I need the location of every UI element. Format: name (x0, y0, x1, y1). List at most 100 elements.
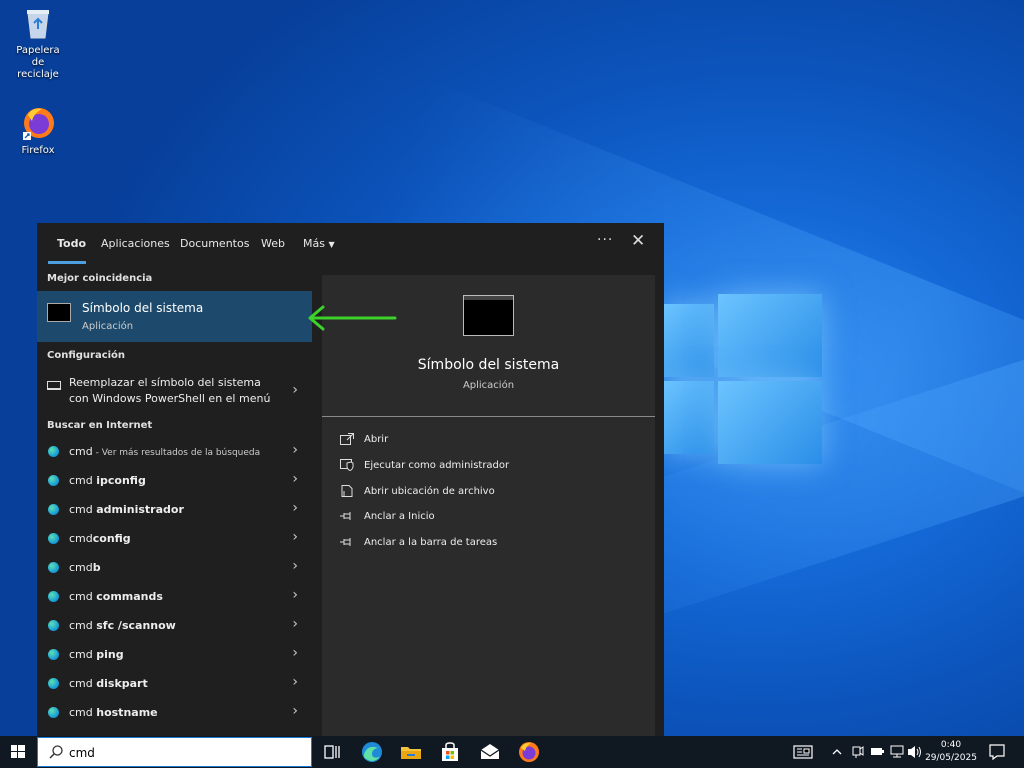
web-result-suggestion: administrador (96, 503, 184, 516)
web-result-text: cmd ping (69, 648, 124, 661)
web-result-item[interactable]: cmdb › (37, 553, 312, 582)
web-result-item[interactable]: cmd ping › (37, 640, 312, 669)
chevron-right-icon: › (292, 500, 298, 516)
edge-search-icon (48, 446, 59, 457)
web-result-item[interactable]: cmd commands › (37, 582, 312, 611)
windows-logo-wallpaper (664, 290, 824, 465)
chevron-right-icon: › (292, 616, 298, 632)
volume-icon[interactable] (906, 736, 922, 768)
edge-icon[interactable] (360, 740, 384, 764)
tab-todo[interactable]: Todo (57, 237, 86, 250)
chevron-down-icon: ▼ (328, 240, 335, 249)
web-result-suggestion: commands (96, 590, 163, 603)
tab-web[interactable]: Web (261, 237, 285, 250)
divider (322, 416, 655, 417)
action-open-file-location-label: Abrir ubicación de archivo (364, 486, 495, 497)
web-result-item[interactable]: cmd hostname › (37, 698, 312, 727)
action-abrir[interactable]: Abrir (340, 430, 630, 450)
microsoft-store-icon[interactable] (438, 740, 462, 764)
task-view-icon[interactable] (320, 740, 344, 764)
chevron-right-icon: › (292, 645, 298, 661)
web-result-item[interactable]: cmd ipconfig › (37, 466, 312, 495)
settings-item-line1: Reemplazar el símbolo del sistema (69, 376, 261, 389)
news-widget-icon[interactable] (792, 736, 814, 768)
web-result-suggestion: ping (96, 648, 124, 661)
web-result-item[interactable]: cmd - Ver más resultados de la búsqueda › (37, 437, 312, 466)
web-result-prefix: cmd (69, 445, 93, 458)
more-options-button[interactable]: ··· (597, 232, 613, 248)
action-pin-taskbar[interactable]: Anclar a la barra de tareas (340, 533, 630, 553)
best-match-subtitle: Aplicación (82, 321, 134, 332)
settings-header: Configuración (47, 350, 126, 361)
web-result-text: cmd sfc /scannow (69, 619, 176, 632)
settings-item-powershell[interactable]: Reemplazar el símbolo del sistema con Wi… (37, 371, 312, 413)
edge-search-icon (48, 620, 59, 631)
meet-now-icon[interactable] (851, 736, 865, 768)
web-result-item[interactable]: cmdconfig › (37, 524, 312, 553)
open-icon (340, 433, 354, 445)
battery-icon[interactable] (869, 736, 885, 768)
green-arrow-annotation (308, 305, 397, 331)
web-result-text: cmd administrador (69, 503, 184, 516)
firefox-icon (20, 105, 56, 141)
edge-search-icon (48, 504, 59, 515)
best-match-title: Símbolo del sistema (82, 301, 204, 315)
web-result-text: cmd hostname (69, 706, 158, 719)
action-pin-taskbar-label: Anclar a la barra de tareas (364, 537, 498, 548)
results-list: Mejor coincidencia Símbolo del sistema A… (37, 265, 312, 736)
tab-documentos[interactable]: Documentos (180, 237, 249, 250)
action-open-file-location[interactable]: Abrir ubicación de archivo (340, 482, 630, 502)
shield-icon (340, 459, 354, 472)
web-result-item[interactable]: cmd sfc /scannow › (37, 611, 312, 640)
firefox-desktop-icon[interactable]: Firefox (0, 105, 76, 157)
recycle-bin-desktop-icon[interactable]: Papelera de reciclaje (0, 5, 76, 81)
clock-time: 0:40 (940, 740, 962, 750)
web-result-text: cmd - Ver más resultados de la búsqueda (69, 445, 260, 458)
close-icon[interactable]: ✕ (631, 231, 645, 251)
mail-icon[interactable] (478, 740, 502, 764)
web-result-text: cmd commands (69, 590, 163, 603)
chevron-up-icon[interactable] (830, 736, 844, 768)
settings-item-line2: con Windows PowerShell en el menú (69, 392, 271, 405)
recycle-bin-label: Papelera de reciclaje (16, 45, 60, 80)
best-match-item[interactable]: Símbolo del sistema Aplicación (37, 291, 312, 342)
network-icon[interactable] (889, 736, 905, 768)
action-run-as-admin-label: Ejecutar como administrador (364, 460, 510, 471)
command-prompt-icon (47, 303, 71, 322)
start-button[interactable] (0, 736, 36, 768)
web-result-text: cmdconfig (69, 532, 131, 545)
file-explorer-icon[interactable] (399, 740, 423, 764)
chevron-right-icon: › (292, 674, 298, 690)
action-run-as-admin[interactable]: Ejecutar como administrador (340, 456, 630, 476)
web-result-prefix: cmd (69, 561, 93, 574)
web-result-text: cmd ipconfig (69, 474, 146, 487)
web-result-suggestion: sfc /scannow (96, 619, 176, 632)
action-pin-start[interactable]: Anclar a Inicio (340, 507, 630, 527)
notifications-icon[interactable] (988, 736, 1006, 768)
firefox-taskbar-icon[interactable] (517, 740, 541, 764)
windows-icon (11, 745, 25, 758)
edge-search-icon (48, 533, 59, 544)
tab-mas[interactable]: Más ▼ (303, 237, 335, 250)
command-prompt-large-icon (463, 295, 514, 336)
chevron-right-icon: › (292, 529, 298, 545)
firefox-label: Firefox (21, 145, 55, 156)
taskbar-search-box[interactable] (37, 737, 312, 767)
edge-search-icon (48, 649, 59, 660)
web-result-prefix: cmd (69, 677, 97, 690)
web-result-prefix: cmd (69, 619, 97, 632)
laptop-icon (47, 381, 61, 390)
settings-item-text: Reemplazar el símbolo del sistema con Wi… (69, 375, 279, 407)
clock[interactable]: 0:40 29/05/2025 (921, 739, 981, 765)
pin-icon (340, 510, 354, 522)
clock-date: 29/05/2025 (925, 753, 977, 763)
recycle-bin-icon (20, 5, 56, 41)
tab-aplicaciones[interactable]: Aplicaciones (101, 237, 170, 250)
web-result-item[interactable]: cmd administrador › (37, 495, 312, 524)
active-tab-indicator (48, 261, 86, 264)
chevron-right-icon: › (292, 587, 298, 603)
action-abrir-label: Abrir (364, 434, 389, 445)
search-input[interactable] (69, 744, 299, 762)
web-result-item[interactable]: cmd diskpart › (37, 669, 312, 698)
web-search-header: Buscar en Internet (47, 420, 153, 431)
